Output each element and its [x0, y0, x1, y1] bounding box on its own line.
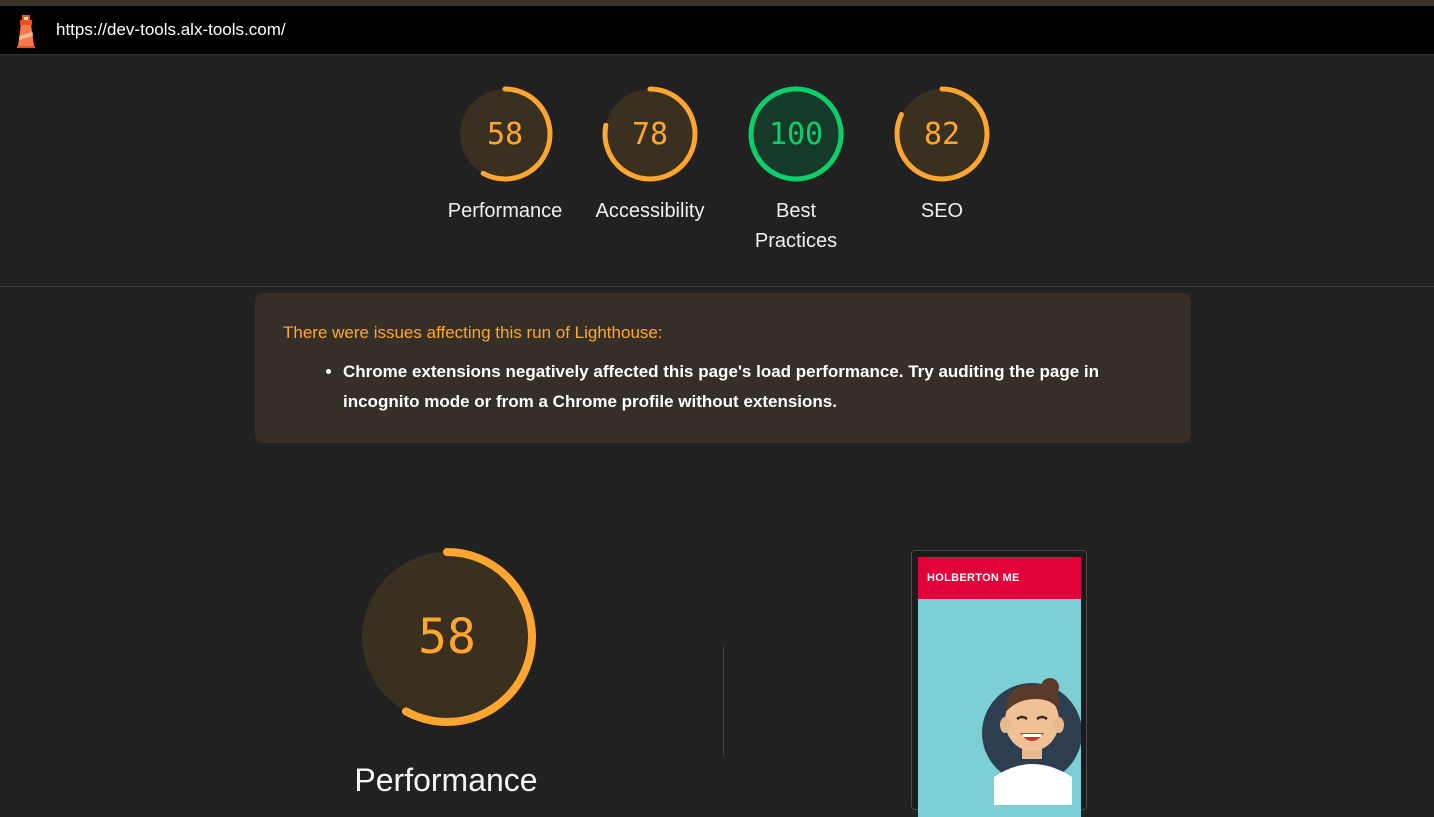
warning-item: Chrome extensions negatively affected th…	[343, 357, 1163, 417]
gauge-score: 78	[632, 117, 668, 152]
gauge-accessibility[interactable]: 78 Accessibility	[590, 84, 710, 226]
site-header: HOLBERTON ME	[918, 557, 1081, 599]
gauge-score: 58	[487, 117, 523, 152]
gauge-score: 82	[924, 117, 960, 152]
performance-gauge-ring: 58	[457, 86, 553, 182]
url-bar: https://dev-tools.alx-tools.com/	[0, 6, 1434, 55]
accessibility-gauge-ring: 78	[602, 86, 698, 182]
report-url[interactable]: https://dev-tools.alx-tools.com/	[56, 20, 286, 40]
gauge-label: SEO	[920, 200, 964, 222]
gauge-score: 100	[769, 117, 823, 152]
performance-big-gauge: 58	[353, 543, 541, 736]
gauge-label: Performance	[447, 200, 563, 222]
warning-list: Chrome extensions negatively affected th…	[283, 357, 1163, 417]
header-divider	[0, 286, 1434, 287]
performance-section-title: Performance	[354, 762, 538, 798]
runtime-warning-box: There were issues affecting this run of …	[255, 293, 1191, 443]
score-gauges: 58 Performance 78 Accessibility 100 Best…	[0, 84, 1434, 284]
gauge-label: Best Practices	[754, 200, 838, 252]
final-screenshot-preview[interactable]: HOLBERTON ME	[911, 550, 1087, 817]
gauge-best-practices[interactable]: 100 Best Practices	[736, 84, 856, 256]
performance-big-gauge-ring: 58	[358, 548, 536, 726]
phone-screen: HOLBERTON ME	[918, 557, 1081, 817]
best-practices-gauge-ring: 100	[748, 86, 844, 182]
warning-title: There were issues affecting this run of …	[283, 323, 663, 342]
gauge-seo[interactable]: 82 SEO	[882, 84, 1002, 226]
gauge-performance[interactable]: 58 Performance	[445, 84, 565, 226]
big-gauge-score: 58	[418, 609, 476, 665]
section-separator	[723, 647, 724, 755]
lighthouse-icon	[17, 15, 35, 48]
gauge-label: Accessibility	[595, 200, 705, 222]
seo-gauge-ring: 82	[894, 86, 990, 182]
avatar-illustration	[982, 678, 1081, 805]
